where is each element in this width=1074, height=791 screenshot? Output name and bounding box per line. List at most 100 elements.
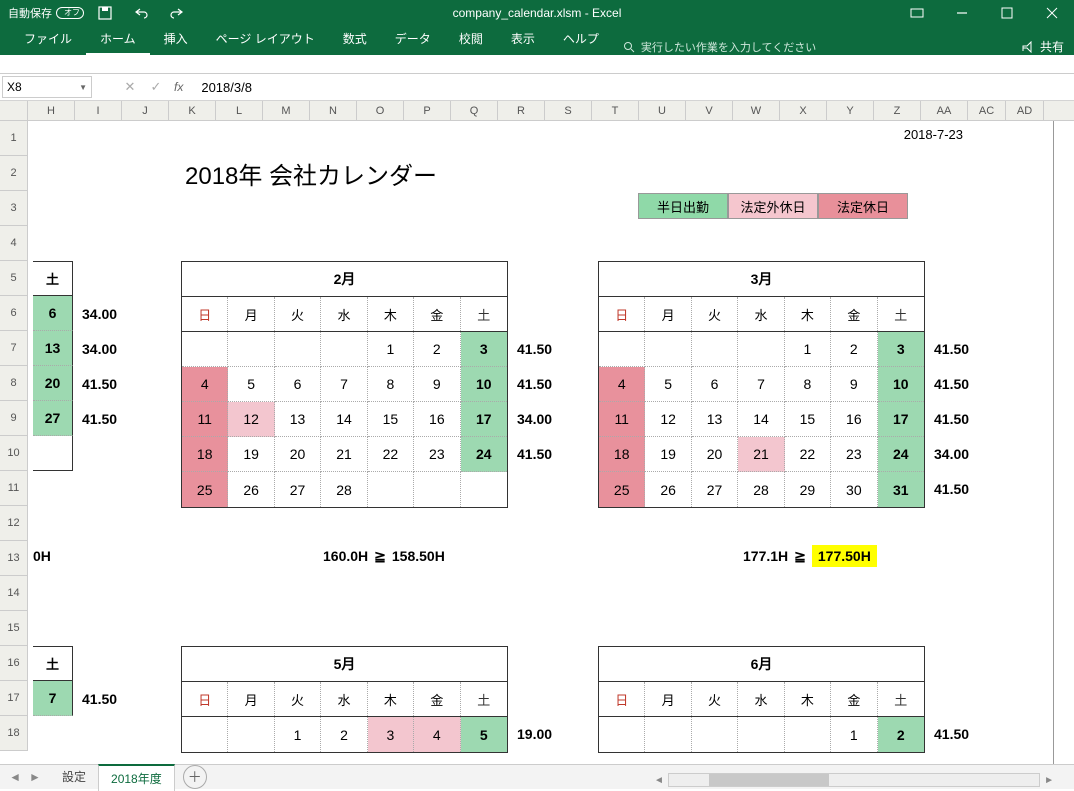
day-cell[interactable]: 14 — [738, 402, 784, 437]
row-header[interactable]: 11 — [0, 471, 28, 506]
day-cell[interactable]: 4 — [182, 367, 228, 402]
row-header[interactable]: 13 — [0, 541, 28, 576]
day-cell[interactable]: 20 — [33, 366, 73, 401]
day-cell[interactable]: 8 — [368, 367, 414, 402]
day-cell[interactable]: 3 — [878, 332, 924, 367]
day-cell[interactable]: 6 — [275, 367, 321, 402]
redo-icon[interactable] — [162, 0, 192, 25]
tab-nav[interactable]: ◄► — [0, 770, 50, 784]
save-icon[interactable] — [90, 0, 120, 25]
col-header[interactable]: T — [592, 101, 639, 120]
col-header[interactable]: H — [28, 101, 75, 120]
day-cell[interactable] — [692, 332, 738, 367]
day-cell[interactable]: 23 — [831, 437, 877, 472]
row-header[interactable]: 1 — [0, 121, 28, 156]
row-header[interactable]: 9 — [0, 401, 28, 436]
day-cell[interactable] — [645, 717, 691, 752]
fx-icon[interactable]: fx — [174, 80, 183, 94]
day-cell[interactable]: 25 — [599, 472, 645, 507]
day-cell[interactable]: 30 — [831, 472, 877, 507]
ribbon-tab-6[interactable]: 校閲 — [445, 24, 497, 55]
ribbon-tab-4[interactable]: 数式 — [329, 24, 381, 55]
grid-body[interactable]: 2018-7-23 2018年 会社カレンダー 半日出勤 法定外休日 法定休日 … — [28, 121, 1074, 781]
col-header[interactable]: AA — [921, 101, 968, 120]
ribbon-tab-3[interactable]: ページ レイアウト — [202, 24, 329, 55]
day-cell[interactable]: 9 — [831, 367, 877, 402]
day-cell[interactable] — [321, 332, 367, 367]
day-cell[interactable] — [738, 717, 784, 752]
col-header[interactable]: S — [545, 101, 592, 120]
day-cell[interactable]: 28 — [738, 472, 784, 507]
col-header[interactable]: M — [263, 101, 310, 120]
row-header[interactable]: 14 — [0, 576, 28, 611]
row-header[interactable]: 16 — [0, 646, 28, 681]
col-header[interactable]: P — [404, 101, 451, 120]
col-header[interactable]: I — [75, 101, 122, 120]
day-cell[interactable] — [182, 717, 228, 752]
day-cell[interactable]: 10 — [878, 367, 924, 402]
day-cell[interactable] — [645, 332, 691, 367]
day-cell[interactable]: 1 — [785, 332, 831, 367]
day-cell[interactable] — [692, 717, 738, 752]
day-cell[interactable]: 10 — [461, 367, 507, 402]
day-cell[interactable]: 23 — [414, 437, 460, 472]
autosave-toggle[interactable]: 自動保存 — [8, 5, 84, 21]
col-header[interactable]: N — [310, 101, 357, 120]
row-header[interactable]: 15 — [0, 611, 28, 646]
day-cell[interactable] — [461, 472, 507, 507]
day-cell[interactable]: 13 — [275, 402, 321, 437]
share-button[interactable]: 共有 — [1022, 38, 1064, 55]
day-cell[interactable] — [228, 717, 274, 752]
ribbon-tab-0[interactable]: ファイル — [10, 24, 86, 55]
day-cell[interactable] — [599, 717, 645, 752]
day-cell[interactable]: 21 — [738, 437, 784, 472]
ribbon-tab-2[interactable]: 挿入 — [150, 24, 202, 55]
add-sheet-button[interactable]: ＋ — [183, 765, 207, 789]
day-cell[interactable]: 19 — [228, 437, 274, 472]
day-cell[interactable]: 7 — [738, 367, 784, 402]
day-cell[interactable]: 9 — [414, 367, 460, 402]
day-cell[interactable]: 18 — [182, 437, 228, 472]
day-cell[interactable]: 2 — [831, 332, 877, 367]
row-header[interactable]: 3 — [0, 191, 28, 226]
day-cell[interactable]: 15 — [368, 402, 414, 437]
day-cell[interactable]: 17 — [878, 402, 924, 437]
col-header[interactable]: AC — [968, 101, 1006, 120]
day-cell[interactable]: 27 — [692, 472, 738, 507]
cancel-formula-icon[interactable]: ✕ — [122, 79, 138, 95]
col-header[interactable]: U — [639, 101, 686, 120]
day-cell[interactable]: 21 — [321, 437, 367, 472]
ribbon-tab-1[interactable]: ホーム — [86, 24, 150, 55]
day-cell[interactable] — [738, 332, 784, 367]
day-cell[interactable]: 13 — [33, 331, 73, 366]
day-cell[interactable]: 12 — [228, 402, 274, 437]
day-cell[interactable]: 25 — [182, 472, 228, 507]
day-cell[interactable]: 22 — [785, 437, 831, 472]
col-header[interactable]: V — [686, 101, 733, 120]
col-header[interactable]: W — [733, 101, 780, 120]
day-cell[interactable]: 22 — [368, 437, 414, 472]
formula-input[interactable] — [193, 76, 1074, 98]
day-cell[interactable]: 2 — [414, 332, 460, 367]
ribbon-tab-5[interactable]: データ — [381, 24, 445, 55]
row-header[interactable]: 5 — [0, 261, 28, 296]
day-cell[interactable]: 3 — [368, 717, 414, 752]
day-cell[interactable] — [599, 332, 645, 367]
close-icon[interactable] — [1029, 0, 1074, 25]
day-cell[interactable]: 20 — [692, 437, 738, 472]
undo-icon[interactable] — [126, 0, 156, 25]
day-cell[interactable]: 15 — [785, 402, 831, 437]
row-header[interactable]: 12 — [0, 506, 28, 541]
chevron-down-icon[interactable]: ▼ — [79, 83, 87, 92]
day-cell[interactable]: 26 — [228, 472, 274, 507]
col-header[interactable]: L — [216, 101, 263, 120]
day-cell[interactable]: 27 — [33, 401, 73, 436]
day-cell[interactable]: 24 — [461, 437, 507, 472]
day-cell[interactable]: 1 — [275, 717, 321, 752]
day-cell[interactable]: 12 — [645, 402, 691, 437]
ribbon-display-icon[interactable] — [894, 0, 939, 25]
day-cell[interactable] — [785, 717, 831, 752]
col-header[interactable]: K — [169, 101, 216, 120]
day-cell[interactable]: 5 — [645, 367, 691, 402]
day-cell[interactable]: 24 — [878, 437, 924, 472]
